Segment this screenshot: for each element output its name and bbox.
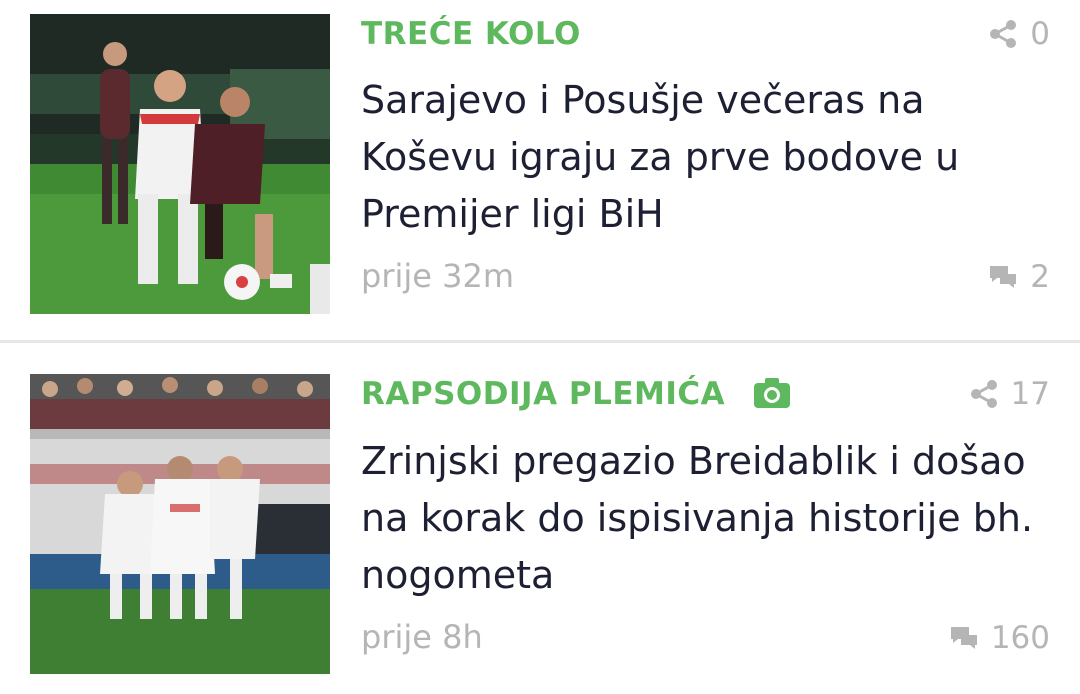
article-category[interactable]: TREĆE KOLO [361, 16, 581, 52]
article-thumbnail[interactable] [30, 374, 330, 674]
comments-button[interactable]: 160 [949, 620, 1050, 656]
share-count: 0 [1030, 16, 1050, 52]
comment-count: 160 [990, 620, 1050, 656]
comments-icon [990, 266, 1017, 288]
share-icon [990, 20, 1017, 48]
camera-icon [754, 378, 791, 408]
share-button[interactable]: 17 [969, 376, 1050, 412]
comment-count: 2 [1030, 259, 1050, 295]
article-headline[interactable]: Sarajevo i Posušje večeras na Koševu igr… [361, 72, 1051, 243]
category-label: RAPSODIJA PLEMIĆA [361, 376, 726, 412]
article-thumbnail[interactable] [30, 14, 330, 314]
comments-icon [950, 627, 977, 649]
article-card[interactable]: RAPSODIJA PLEMIĆA 17 Zrinjski pregazio B… [0, 345, 1080, 694]
news-feed: TREĆE KOLO 0 Sarajevo i Posušje večeras … [0, 0, 1080, 694]
share-icon [970, 380, 997, 408]
share-button[interactable]: 0 [988, 16, 1050, 52]
article-time: prije 32m [361, 257, 514, 295]
article-category[interactable]: RAPSODIJA PLEMIĆA [361, 376, 791, 412]
share-count: 17 [1010, 376, 1050, 412]
article-time: prije 8h [361, 618, 483, 656]
article-headline[interactable]: Zrinjski pregazio Breidablik i došao na … [361, 433, 1051, 604]
comments-button[interactable]: 2 [988, 259, 1050, 295]
divider [0, 340, 1080, 343]
article-card[interactable]: TREĆE KOLO 0 Sarajevo i Posušje večeras … [0, 0, 1080, 340]
